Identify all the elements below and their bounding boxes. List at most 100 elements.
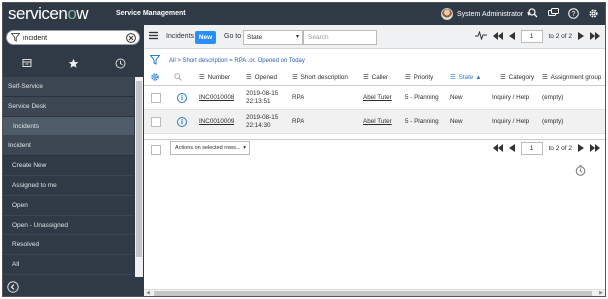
sidebar-item-resolved[interactable]: Resolved: [3, 235, 134, 256]
column-menu-icon[interactable]: ☰: [292, 74, 298, 81]
opened-time: 22:13:51: [246, 97, 271, 105]
new-button[interactable]: New: [195, 31, 216, 44]
navigator-tabs: [3, 55, 144, 71]
actions-on-selected-rows-select[interactable]: Actions on selected rows... ▾: [170, 141, 250, 155]
incident-number-link[interactable]: INC0010008: [199, 86, 234, 109]
opened-time: 22:14:30: [246, 121, 271, 129]
navigator-filter-input[interactable]: [23, 33, 123, 43]
breadcrumb-condition[interactable]: All > Short description = RPA .or. Opene…: [169, 58, 305, 64]
page-range-text: to 2 of 2: [548, 145, 573, 152]
chat-icon[interactable]: [547, 7, 559, 19]
pagination-bottom: 1 to 2 of 2: [492, 142, 600, 155]
clear-filter-icon[interactable]: [126, 33, 136, 45]
assignment-group-cell: (empty): [542, 94, 564, 101]
opened-cell: 2019-08-15 22:14:30: [246, 110, 278, 133]
sidebar-item-all[interactable]: All: [3, 255, 134, 275]
sidebar-item-open-unassigned[interactable]: Open - Unassigned: [3, 216, 134, 236]
next-page-icon[interactable]: [578, 143, 584, 154]
next-page-icon[interactable]: [578, 31, 584, 42]
first-page-icon[interactable]: [492, 143, 503, 154]
column-menu-icon[interactable]: ☰: [542, 74, 548, 81]
info-icon[interactable]: i: [177, 92, 187, 103]
state-cell: New: [450, 118, 463, 125]
priority-cell: 5 - Planning: [405, 94, 439, 101]
caller-link[interactable]: Abel Tuter: [363, 110, 392, 133]
collapse-navigator-icon[interactable]: [7, 281, 19, 295]
incident-number-link[interactable]: INC0010009: [199, 110, 234, 133]
history-clock-icon[interactable]: [114, 56, 128, 70]
column-header-state[interactable]: ☰ State ▲: [450, 69, 482, 85]
sidebar-item-self-service[interactable]: Self-Service: [3, 77, 134, 97]
page-number-input[interactable]: 1: [520, 30, 543, 43]
row-info-icon[interactable]: i: [177, 110, 187, 133]
all-apps-icon[interactable]: [20, 56, 34, 70]
list-search-input[interactable]: Search: [303, 30, 377, 45]
list-title[interactable]: Incidents: [166, 33, 194, 40]
column-menu-icon[interactable]: ☰: [500, 74, 506, 81]
pagination-top: 1 to 2 of 2: [474, 30, 600, 43]
row-checkbox[interactable]: [151, 86, 161, 109]
gear-icon[interactable]: [587, 7, 599, 19]
sidebar-item-assigned-to-me[interactable]: Assigned to me: [3, 176, 134, 196]
column-header-number[interactable]: ☰ Number: [199, 69, 230, 85]
filter-funnel-icon[interactable]: [149, 55, 161, 67]
column-header-priority[interactable]: ☰ Priority: [405, 69, 433, 85]
scroll-right-icon[interactable]: ▶: [599, 290, 603, 296]
search-column-icon[interactable]: [174, 69, 182, 85]
info-icon[interactable]: i: [177, 116, 187, 127]
first-page-icon[interactable]: [492, 31, 503, 42]
user-menu[interactable]: System Administrator ▾: [441, 7, 531, 21]
navigator-footer: [3, 277, 144, 296]
scroll-left-icon[interactable]: ◀: [146, 290, 150, 296]
category-cell: Inquiry / Help: [492, 94, 530, 101]
short-description-cell: RPA: [292, 118, 305, 125]
navigator-filter[interactable]: [6, 30, 140, 45]
sort-ascending-icon: ▲: [475, 73, 482, 81]
scrollbar-thumb[interactable]: [154, 291, 592, 296]
scrollbar-thumb[interactable]: [136, 81, 142, 257]
list-settings-icon[interactable]: [150, 69, 160, 85]
search-icon[interactable]: [527, 7, 539, 19]
select-all-checkbox[interactable]: [151, 145, 161, 155]
sidebar-item-create-new[interactable]: Create New: [3, 156, 134, 176]
table-row[interactable]: i INC0010009 2019-08-15 22:14:30 RPA Abel…: [144, 110, 605, 134]
row-checkbox[interactable]: [151, 110, 161, 133]
app-title: Service Management: [116, 10, 186, 17]
list-context-menu-icon[interactable]: [149, 31, 158, 42]
horizontal-scrollbar[interactable]: ◀ ▶: [144, 289, 605, 296]
sidebar-item-incidents[interactable]: Incidents: [3, 116, 134, 137]
servicenow-logo[interactable]: servicenow: [8, 4, 89, 24]
column-header-short-description[interactable]: ☰ Short description: [292, 69, 348, 85]
table-row[interactable]: i INC0010008 2019-08-15 22:13:51 RPA Abel…: [144, 86, 605, 110]
column-header-category[interactable]: ☰ Category: [500, 69, 534, 85]
previous-page-icon[interactable]: [508, 31, 515, 42]
last-page-icon[interactable]: [590, 31, 600, 42]
response-time-clock-icon[interactable]: [575, 165, 586, 178]
activity-pulse-icon[interactable]: [474, 30, 487, 42]
checkbox[interactable]: [151, 116, 161, 127]
checkbox[interactable]: [151, 92, 161, 103]
help-icon[interactable]: ?: [567, 7, 579, 19]
short-description-cell: RPA: [292, 94, 305, 101]
caller-link[interactable]: Abel Tuter: [363, 86, 392, 109]
column-menu-icon[interactable]: ☰: [199, 74, 205, 81]
column-menu-icon[interactable]: ☰: [450, 74, 456, 81]
column-menu-icon[interactable]: ☰: [246, 74, 252, 81]
last-page-icon[interactable]: [590, 143, 600, 154]
sidebar-item-open[interactable]: Open: [3, 196, 134, 216]
previous-page-icon[interactable]: [508, 143, 515, 154]
opened-cell: 2019-08-15 22:13:51: [246, 86, 278, 109]
page-number-input[interactable]: 1: [520, 142, 543, 155]
column-header-assignment-group[interactable]: ☰ Assignment group: [542, 69, 601, 85]
sidebar-item-incident[interactable]: Incident: [3, 136, 134, 157]
row-info-icon[interactable]: i: [177, 86, 187, 109]
state-cell: New: [450, 94, 463, 101]
column-header-caller[interactable]: ☰ Caller: [363, 69, 388, 85]
goto-field-select[interactable]: State ▾: [243, 30, 303, 45]
column-menu-icon[interactable]: ☰: [405, 74, 411, 81]
column-menu-icon[interactable]: ☰: [363, 74, 369, 81]
navigator-scrollbar[interactable]: [135, 77, 143, 283]
sidebar-item-service-desk[interactable]: Service Desk: [3, 96, 134, 117]
favorites-star-icon[interactable]: [67, 56, 81, 70]
column-header-opened[interactable]: ☰ Opened: [246, 69, 277, 85]
